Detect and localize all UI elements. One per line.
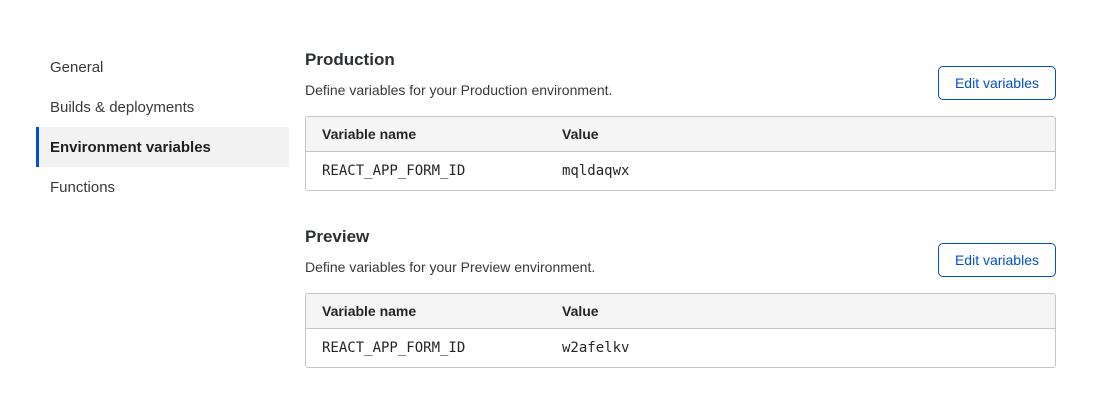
- settings-sidebar: General Builds & deployments Environment…: [36, 47, 289, 368]
- production-edit-variables-button[interactable]: Edit variables: [938, 66, 1056, 100]
- value-column-header: Value: [546, 294, 1055, 329]
- value-column-header: Value: [546, 117, 1055, 152]
- production-variables-table: Variable name Value REACT_APP_FORM_ID mq…: [305, 116, 1056, 191]
- sidebar-item-general[interactable]: General: [36, 47, 289, 87]
- sidebar-item-label: Functions: [50, 179, 115, 196]
- sidebar-item-environment-variables[interactable]: Environment variables: [36, 127, 289, 167]
- preview-section-header: Preview Define variables for your Previe…: [305, 227, 1056, 275]
- production-section-header: Production Define variables for your Pro…: [305, 50, 1056, 98]
- variable-name-cell: REACT_APP_FORM_ID: [306, 152, 546, 190]
- table-row: REACT_APP_FORM_ID mqldaqwx: [306, 152, 1055, 190]
- sidebar-item-label: Builds & deployments: [50, 99, 194, 116]
- variable-value-cell: mqldaqwx: [546, 152, 1055, 190]
- variable-value-cell: w2afelkv: [546, 329, 1055, 367]
- sidebar-item-functions[interactable]: Functions: [36, 167, 289, 207]
- preview-section-title: Preview: [305, 227, 595, 247]
- variable-name-column-header: Variable name: [306, 294, 546, 329]
- preview-edit-variables-button[interactable]: Edit variables: [938, 243, 1056, 277]
- sidebar-item-label: Environment variables: [50, 139, 211, 156]
- production-section: Production Define variables for your Pro…: [305, 50, 1056, 191]
- preview-section-text: Preview Define variables for your Previe…: [305, 227, 595, 275]
- variable-name-cell: REACT_APP_FORM_ID: [306, 329, 546, 367]
- production-section-description: Define variables for your Production env…: [305, 82, 612, 98]
- settings-page: General Builds & deployments Environment…: [0, 0, 1100, 368]
- table-header-row: Variable name Value: [306, 117, 1055, 152]
- production-section-text: Production Define variables for your Pro…: [305, 50, 612, 98]
- environment-variables-content: Production Define variables for your Pro…: [305, 47, 1056, 368]
- table-row: REACT_APP_FORM_ID w2afelkv: [306, 329, 1055, 367]
- table-header-row: Variable name Value: [306, 294, 1055, 329]
- preview-section-description: Define variables for your Preview enviro…: [305, 259, 595, 275]
- sidebar-item-builds-deployments[interactable]: Builds & deployments: [36, 87, 289, 127]
- preview-variables-table: Variable name Value REACT_APP_FORM_ID w2…: [305, 293, 1056, 368]
- preview-section: Preview Define variables for your Previe…: [305, 227, 1056, 368]
- variable-name-column-header: Variable name: [306, 117, 546, 152]
- sidebar-item-label: General: [50, 59, 103, 76]
- production-section-title: Production: [305, 50, 612, 70]
